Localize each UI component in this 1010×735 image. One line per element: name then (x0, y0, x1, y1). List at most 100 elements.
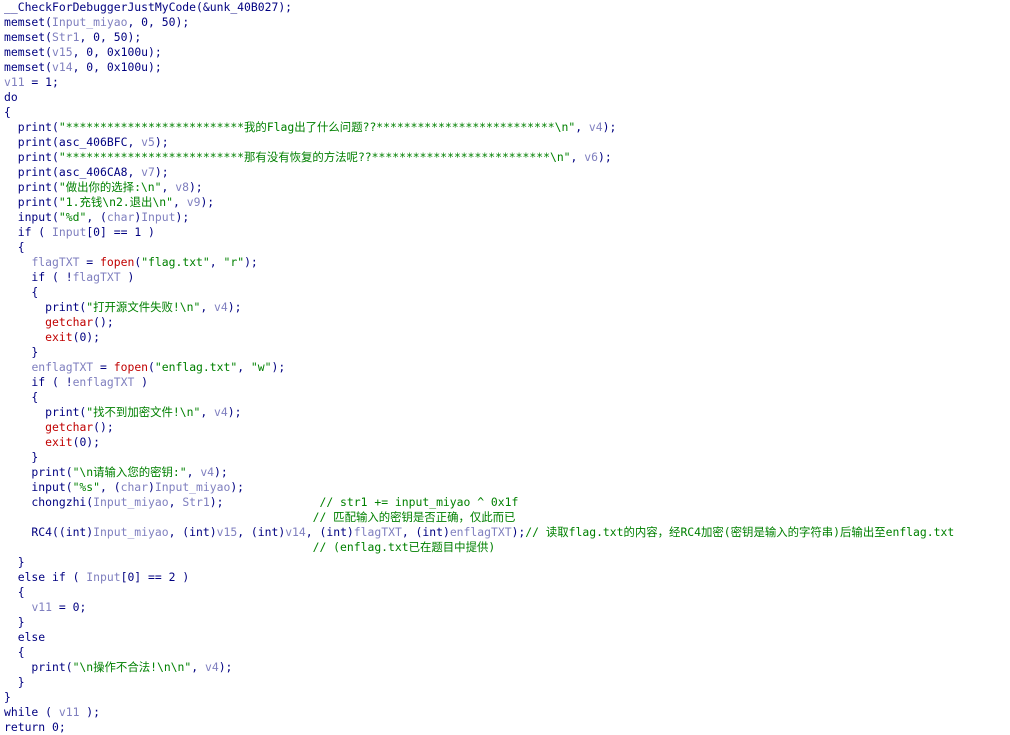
pseudocode-view[interactable]: __CheckForDebuggerJustMyCode(&unk_40B027… (4, 0, 954, 735)
code-token-identifier[interactable]: print( (4, 195, 59, 209)
code-line[interactable]: getchar(); (4, 420, 954, 435)
code-token-variable[interactable]: Input_miyao (52, 15, 127, 29)
code-token-variable[interactable]: v7 (141, 165, 155, 179)
code-line[interactable]: } (4, 450, 954, 465)
code-token-identifier[interactable]: print( (4, 300, 86, 314)
code-line[interactable]: // 匹配输入的密钥是否正确，仅此而已 (4, 510, 954, 525)
code-token-variable[interactable]: v15 (217, 525, 238, 539)
code-token-identifier[interactable]: print( (4, 465, 72, 479)
code-token-variable[interactable]: flagTXT (31, 255, 79, 269)
code-token-identifier[interactable]: input( (4, 480, 72, 494)
code-line[interactable]: if ( !flagTXT ) (4, 270, 954, 285)
code-token-variable[interactable]: char (121, 480, 148, 494)
code-line[interactable]: print("找不到加密文件!\n", v4); (4, 405, 954, 420)
code-line[interactable]: if ( !enflagTXT ) (4, 375, 954, 390)
code-token-label[interactable]: asc_406BFC (59, 135, 128, 149)
code-token-library-call[interactable]: exit (45, 435, 72, 449)
code-line[interactable]: print("打开源文件失败!\n", v4); (4, 300, 954, 315)
code-line[interactable]: exit(0); (4, 330, 954, 345)
code-line[interactable]: input("%d", (char)Input); (4, 210, 954, 225)
code-line[interactable]: return 0; (4, 720, 954, 735)
code-line[interactable]: memset(Input_miyao, 0, 50); (4, 15, 954, 30)
code-token-identifier[interactable]: RC4((int) (4, 525, 93, 539)
code-token-variable[interactable]: v6 (584, 150, 598, 164)
code-token-identifier[interactable]: print( (4, 135, 59, 149)
code-token-variable[interactable]: v14 (285, 525, 306, 539)
code-token-variable[interactable]: enflagTXT (73, 375, 135, 389)
code-token-identifier[interactable]: chongzhi( (4, 495, 93, 509)
code-token-identifier[interactable]: memset (4, 60, 45, 74)
code-line[interactable]: memset(v15, 0, 0x100u); (4, 45, 954, 60)
code-line[interactable]: chongzhi(Input_miyao, Str1); // str1 += … (4, 495, 954, 510)
code-line[interactable]: memset(v14, 0, 0x100u); (4, 60, 954, 75)
code-token-identifier[interactable]: print( (4, 120, 59, 134)
code-line[interactable]: else (4, 630, 954, 645)
code-token-identifier[interactable]: memset (4, 15, 45, 29)
code-token-library-call[interactable]: getchar (45, 420, 93, 434)
code-token-variable[interactable]: v4 (200, 465, 214, 479)
code-line[interactable]: { (4, 240, 954, 255)
code-token-identifier[interactable]: input( (4, 210, 59, 224)
code-token-variable[interactable]: v4 (589, 120, 603, 134)
code-token-library-call[interactable]: fopen (114, 360, 148, 374)
code-token-label[interactable]: asc_406CA8 (59, 165, 128, 179)
code-token-variable[interactable]: flagTXT (354, 525, 402, 539)
code-token-identifier[interactable]: memset (4, 45, 45, 59)
code-line[interactable]: { (4, 645, 954, 660)
code-token-library-call[interactable]: fopen (100, 255, 134, 269)
code-line[interactable]: print(asc_406BFC, v5); (4, 135, 954, 150)
code-token-library-call[interactable]: exit (45, 330, 72, 344)
code-token-variable[interactable]: Input (141, 210, 175, 224)
code-token-variable[interactable]: v4 (214, 405, 228, 419)
code-token-variable[interactable]: v14 (52, 60, 73, 74)
code-token-library-call[interactable]: getchar (45, 315, 93, 329)
code-token-variable[interactable]: v4 (205, 660, 219, 674)
code-line[interactable]: memset(Str1, 0, 50); (4, 30, 954, 45)
code-line[interactable]: v11 = 1; (4, 75, 954, 90)
code-line[interactable]: } (4, 675, 954, 690)
code-line[interactable]: print("**************************我的Flag出… (4, 120, 954, 135)
code-line[interactable]: print("做出你的选择:\n", v8); (4, 180, 954, 195)
code-line[interactable]: exit(0); (4, 435, 954, 450)
code-line[interactable]: getchar(); (4, 315, 954, 330)
code-line[interactable]: while ( v11 ); (4, 705, 954, 720)
code-token-variable[interactable]: Input_miyao (155, 480, 230, 494)
code-line[interactable]: { (4, 285, 954, 300)
code-token-variable[interactable]: v11 (31, 600, 52, 614)
code-token-identifier[interactable]: print( (4, 180, 59, 194)
code-line[interactable]: input("%s", (char)Input_miyao); (4, 480, 954, 495)
code-line[interactable]: else if ( Input[0] == 2 ) (4, 570, 954, 585)
code-token-variable[interactable]: flagTXT (73, 270, 121, 284)
code-token-variable[interactable]: Input_miyao (93, 525, 168, 539)
code-token-variable[interactable]: enflagTXT (450, 525, 512, 539)
code-line[interactable]: } (4, 615, 954, 630)
code-token-variable[interactable]: v11 (59, 705, 80, 719)
code-line[interactable]: __CheckForDebuggerJustMyCode(&unk_40B027… (4, 0, 954, 15)
code-token-variable[interactable]: v8 (175, 180, 189, 194)
code-line[interactable]: enflagTXT = fopen("enflag.txt", "w"); (4, 360, 954, 375)
code-token-variable[interactable]: v5 (141, 135, 155, 149)
code-token-identifier[interactable]: print( (4, 150, 59, 164)
code-token-variable[interactable]: v15 (52, 45, 73, 59)
code-token-variable[interactable]: Str1 (182, 495, 209, 509)
code-line[interactable]: { (4, 390, 954, 405)
code-line[interactable]: v11 = 0; (4, 600, 954, 615)
code-line[interactable]: RC4((int)Input_miyao, (int)v15, (int)v14… (4, 525, 954, 540)
code-token-identifier[interactable]: __CheckForDebuggerJustMyCode (4, 0, 196, 14)
code-line[interactable]: { (4, 105, 954, 120)
code-token-identifier[interactable]: print( (4, 165, 59, 179)
code-token-variable[interactable]: v9 (187, 195, 201, 209)
code-line[interactable]: do (4, 90, 954, 105)
code-token-identifier[interactable]: memset (4, 30, 45, 44)
code-token-variable[interactable]: Input (86, 570, 120, 584)
code-line[interactable]: flagTXT = fopen("flag.txt", "r"); (4, 255, 954, 270)
code-token-variable[interactable]: v4 (214, 300, 228, 314)
code-line[interactable]: } (4, 690, 954, 705)
code-line[interactable]: // (enflag.txt已在题目中提供) (4, 540, 954, 555)
code-token-identifier[interactable]: print( (4, 660, 72, 674)
code-token-variable[interactable]: Input (52, 225, 86, 239)
code-token-label[interactable]: unk_40B027 (210, 0, 279, 14)
code-line[interactable]: print("\n请输入您的密钥:", v4); (4, 465, 954, 480)
code-line[interactable]: print("\n操作不合法!\n\n", v4); (4, 660, 954, 675)
code-line[interactable]: print("**************************那有没有恢复的… (4, 150, 954, 165)
